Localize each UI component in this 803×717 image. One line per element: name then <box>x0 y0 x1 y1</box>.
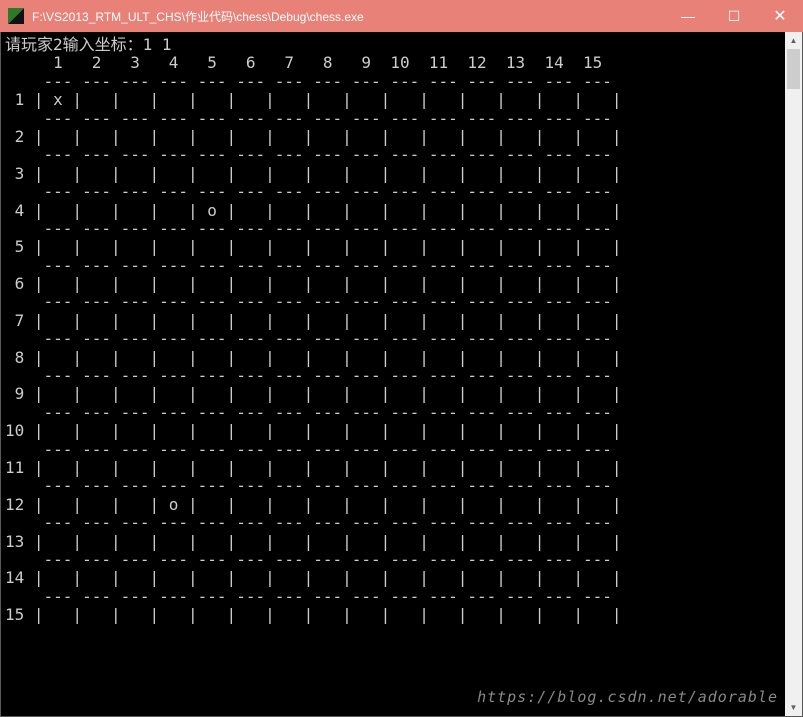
window: F:\VS2013_RTM_ULT_CHS\作业代码\chess\Debug\c… <box>0 0 803 717</box>
scroll-up-button[interactable]: ▲ <box>785 32 802 49</box>
titlebar-buttons: — ☐ ✕ <box>665 0 803 32</box>
titlebar[interactable]: F:\VS2013_RTM_ULT_CHS\作业代码\chess\Debug\c… <box>0 0 803 32</box>
scroll-track[interactable] <box>785 49 802 699</box>
console-wrapper: 请玩家2输入坐标：1 1 1 2 3 4 5 6 7 8 9 10 11 12 … <box>0 32 803 717</box>
close-button[interactable]: ✕ <box>757 0 803 32</box>
minimize-button[interactable]: — <box>665 0 711 32</box>
window-title: F:\VS2013_RTM_ULT_CHS\作业代码\chess\Debug\c… <box>32 8 665 25</box>
vertical-scrollbar[interactable]: ▲ ▼ <box>785 32 802 716</box>
scroll-thumb[interactable] <box>787 49 800 89</box>
app-icon <box>8 8 24 24</box>
scroll-down-button[interactable]: ▼ <box>785 699 802 716</box>
console-output[interactable]: 请玩家2输入坐标：1 1 1 2 3 4 5 6 7 8 9 10 11 12 … <box>1 32 802 716</box>
maximize-button[interactable]: ☐ <box>711 0 757 32</box>
